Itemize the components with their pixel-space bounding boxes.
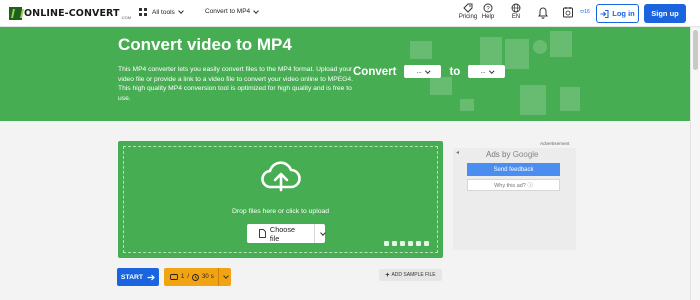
dropbox-icon[interactable] — [400, 241, 405, 246]
cloud-icon[interactable] — [408, 241, 413, 246]
logo-text: ONLINE-CONVERT — [24, 8, 120, 19]
count-separator: / — [187, 274, 190, 280]
choose-file-label: Choose file — [269, 224, 296, 243]
start-button[interactable]: START — [117, 268, 159, 286]
chevron-down-icon[interactable] — [320, 229, 326, 236]
google-text: Google — [512, 150, 539, 159]
globe-icon — [511, 3, 521, 13]
language-label: EN — [511, 14, 521, 20]
clock-icon — [192, 273, 199, 281]
button-divider — [314, 224, 316, 243]
upload-source-icons — [384, 241, 429, 246]
add-sample-file-button[interactable]: + ADD SAMPLE FILE — [379, 269, 442, 281]
source-format-select[interactable]: ... — [404, 65, 442, 78]
pricing-tag-icon — [463, 3, 473, 13]
drive-icon[interactable] — [416, 241, 421, 246]
convert-label: Convert — [353, 65, 397, 78]
all-tools-label: All tools — [152, 8, 175, 16]
start-label: START — [120, 273, 144, 281]
login-button[interactable]: Log in — [596, 4, 639, 23]
signup-button[interactable]: Sign up — [644, 4, 686, 23]
signup-label: Sign up — [651, 9, 679, 18]
target-format-select[interactable]: ... — [468, 65, 506, 78]
duration-unit: s — [210, 274, 214, 280]
page-title: Convert video to MP4 — [118, 35, 292, 54]
source-format-value: ... — [416, 68, 422, 75]
send-feedback-button[interactable]: Send feedback — [467, 163, 560, 176]
chevron-down-icon — [177, 8, 184, 14]
ads-by-text: Ads by — [486, 150, 511, 159]
grid-icon — [139, 8, 147, 16]
advertisement-box: ◂ Ads by Google Send feedback Why this a… — [453, 148, 576, 250]
page-description: This MP4 converter lets you easily conve… — [118, 66, 353, 103]
converter-label: Convert to MP4 — [205, 8, 251, 15]
chevron-down-icon — [488, 68, 494, 73]
dropzone-border: Drop files here or click to upload Choos… — [123, 146, 438, 253]
send-feedback-label: Send feedback — [493, 166, 534, 173]
ads-by-google: Ads by Google — [486, 150, 539, 159]
history-button[interactable] — [561, 6, 575, 20]
ad-back-icon[interactable]: ◂ — [456, 149, 459, 156]
bell-icon — [538, 7, 548, 19]
arrow-right-icon — [147, 274, 155, 280]
duration-value: 30 — [202, 274, 209, 280]
add-sample-label: ADD SAMPLE FILE — [391, 272, 436, 278]
login-arrow-icon — [600, 9, 609, 18]
cloud-upload-icon — [261, 161, 301, 192]
top-navigation-bar: ONLINE-CONVERT .COM All tools Convert to… — [0, 0, 700, 27]
target-format-value: ... — [480, 68, 486, 75]
logo-mark-icon — [9, 7, 22, 20]
choose-file-button[interactable]: Choose file — [247, 224, 326, 243]
clipboard-icon[interactable] — [424, 241, 429, 246]
why-this-ad-button[interactable]: Why this ad? ⓘ — [467, 179, 560, 191]
why-this-ad-label: Why this ad? ⓘ — [494, 183, 533, 189]
chevron-down-icon[interactable] — [222, 273, 229, 279]
files-count: 1 — [181, 274, 185, 280]
help-link[interactable]: ? Help — [480, 3, 496, 20]
credits-badge: ⬭16 — [580, 9, 590, 15]
options-divider — [217, 268, 219, 286]
file-icon — [259, 229, 266, 238]
history-icon — [563, 7, 573, 18]
hero-banner: Convert video to MP4 This MP4 converter … — [0, 27, 690, 121]
page-scrollbar[interactable] — [690, 27, 700, 300]
plus-icon: + — [385, 271, 390, 279]
logo-suffix: .COM — [120, 15, 132, 20]
help-circle-icon: ? — [483, 3, 493, 13]
all-tools-menu[interactable]: All tools — [139, 8, 184, 16]
link-icon[interactable] — [392, 241, 397, 246]
credits-count: 16 — [584, 9, 590, 15]
chevron-down-icon — [253, 7, 260, 14]
help-label: Help — [481, 14, 495, 20]
advertisement-label: Advertisement — [540, 141, 570, 146]
upload-dropzone[interactable]: Drop files here or click to upload Choos… — [118, 141, 443, 258]
notifications-button[interactable] — [536, 6, 550, 20]
converter-menu[interactable]: Convert to MP4 — [205, 7, 260, 15]
chevron-down-icon — [424, 68, 430, 73]
drop-files-text: Drop files here or click to upload — [231, 208, 330, 215]
conversion-options-button[interactable]: 1 / 30 s — [164, 268, 231, 286]
pricing-label: Pricing — [458, 14, 478, 20]
site-logo[interactable]: ONLINE-CONVERT .COM — [9, 7, 131, 20]
folder-icon[interactable] — [384, 241, 389, 246]
format-converter-row: Convert ... to ... — [353, 65, 513, 78]
to-label: to — [449, 65, 461, 78]
pricing-link[interactable]: Pricing — [458, 3, 478, 20]
login-label: Log in — [612, 9, 635, 18]
language-selector[interactable]: EN — [508, 3, 524, 20]
files-icon — [170, 274, 178, 280]
scrollbar-thumb[interactable] — [693, 30, 698, 70]
